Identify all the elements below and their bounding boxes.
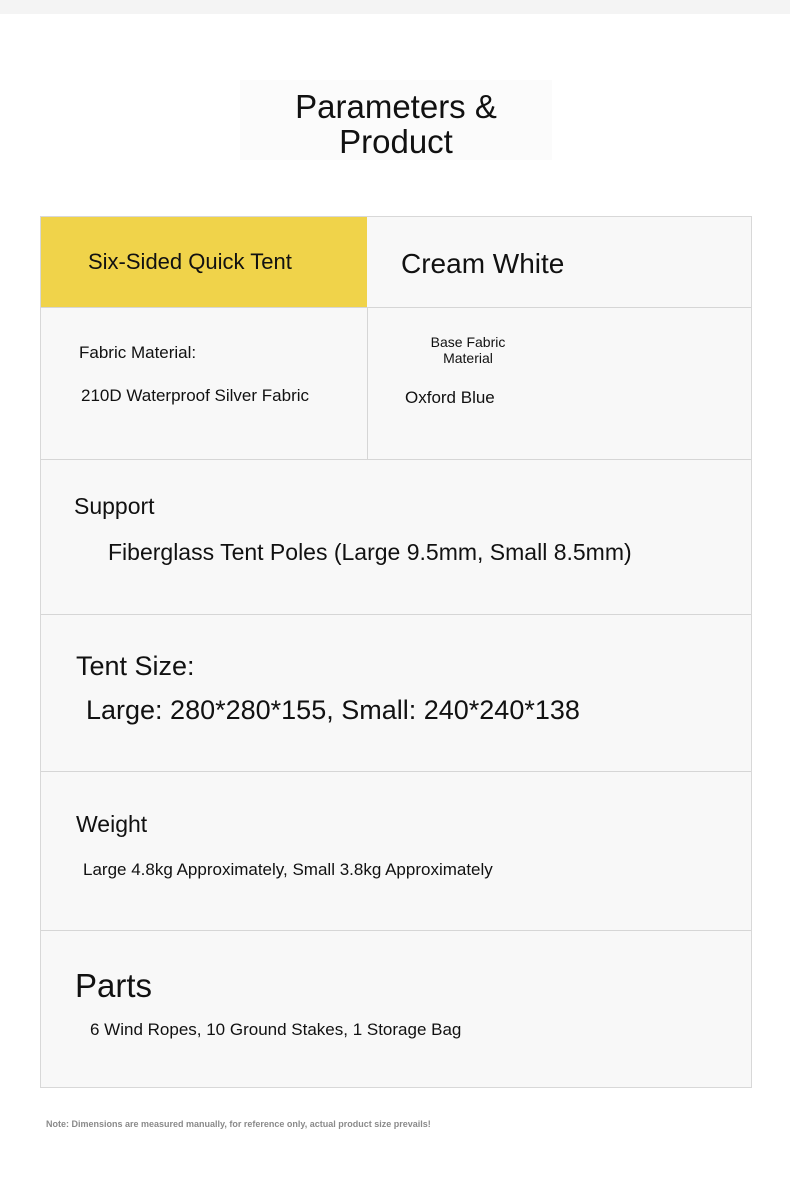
fabric-label: Fabric Material:	[79, 343, 197, 362]
spec-table: Six-Sided Quick Tent Cream White Fabric …	[40, 216, 752, 1088]
support-label: Support	[74, 493, 155, 519]
tent-size-value: Large: 280*280*155, Small: 240*240*138	[86, 695, 580, 725]
column-divider	[367, 307, 368, 459]
tent-size-label: Tent Size:	[76, 651, 195, 681]
row-divider	[41, 459, 751, 460]
product-name: Six-Sided Quick Tent	[88, 249, 292, 274]
weight-label: Weight	[76, 811, 148, 837]
weight-value: Large 4.8kg Approximately, Small 3.8kg A…	[83, 860, 493, 879]
parts-label: Parts	[75, 967, 153, 1004]
row-divider	[41, 307, 751, 308]
footnote: Note: Dimensions are measured manually, …	[46, 1119, 431, 1129]
page-title: Parameters & Product	[240, 80, 552, 160]
header-product-cell: Six-Sided Quick Tent	[41, 217, 367, 307]
row-divider	[41, 930, 751, 931]
base-fabric-value: Oxford Blue	[405, 388, 495, 407]
parts-value: 6 Wind Ropes, 10 Ground Stakes, 1 Storag…	[90, 1020, 462, 1039]
header-color-cell: Cream White	[367, 217, 751, 307]
product-color: Cream White	[401, 248, 565, 279]
base-fabric-label: Base Fabric Material	[393, 334, 543, 366]
base-fabric-label-line1: Base Fabric	[430, 334, 506, 350]
page-title-line1: Parameters &	[295, 88, 497, 125]
row-divider	[41, 771, 751, 772]
base-fabric-label-line2: Material	[443, 350, 493, 366]
fabric-value: 210D Waterproof Silver Fabric	[81, 386, 310, 405]
top-strip	[0, 0, 790, 14]
page-title-line2: Product	[339, 123, 453, 160]
support-value: Fiberglass Tent Poles (Large 9.5mm, Smal…	[108, 539, 632, 565]
row-divider	[41, 614, 751, 615]
